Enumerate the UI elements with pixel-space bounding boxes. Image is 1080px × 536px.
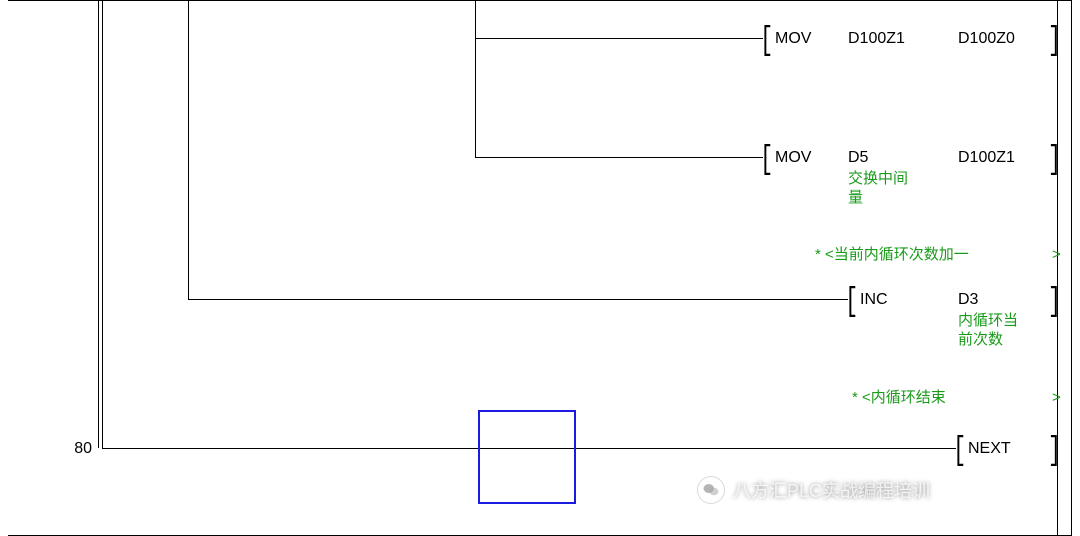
- left-rail-inner: [102, 0, 103, 448]
- rung2-src-comment: 交换中间 量: [848, 170, 938, 208]
- watermark: 八方汇PLC实战编程培训: [697, 476, 930, 504]
- rung4-left-bracket: [: [953, 432, 966, 470]
- rung3-dst[interactable]: D3: [958, 291, 978, 309]
- rung1-wire: [475, 38, 763, 39]
- step-number-80: 80: [60, 440, 92, 458]
- rung2-right-bracket: ]: [1048, 141, 1061, 179]
- watermark-text: 八方汇PLC实战编程培训: [733, 477, 930, 503]
- left-rail-outer: [98, 0, 99, 448]
- wechat-icon: [697, 476, 725, 504]
- rung3-left-bracket: [: [845, 283, 858, 321]
- rung1-src[interactable]: D100Z1: [848, 30, 905, 48]
- rung1-left-bracket: [: [760, 22, 773, 60]
- rung2-left-bracket: [: [760, 141, 773, 179]
- rung2-op[interactable]: MOV: [775, 149, 811, 167]
- edit-cursor[interactable]: [478, 410, 576, 504]
- rung2-wire: [475, 157, 763, 158]
- rung3-right-bracket: ]: [1048, 283, 1061, 321]
- comment-inc-tail: >: [1052, 246, 1061, 265]
- frame-top: [8, 0, 1072, 1]
- rung2-dst[interactable]: D100Z1: [958, 149, 1015, 167]
- frame-right: [1071, 0, 1072, 536]
- rung2-src[interactable]: D5: [848, 149, 868, 167]
- rung4-right-bracket: ]: [1048, 432, 1061, 470]
- ladder-editor-canvas: [ MOV D100Z1 D100Z0 ] [ MOV D5 D100Z1 ] …: [0, 0, 1080, 536]
- rung3-op[interactable]: INC: [860, 291, 888, 309]
- branch-vertical-1: [188, 0, 189, 299]
- comment-next-tail: >: [1052, 389, 1061, 408]
- rung1-dst[interactable]: D100Z0: [958, 30, 1015, 48]
- rung3-wire: [188, 299, 848, 300]
- comment-next: * <内循环结束: [852, 389, 946, 408]
- rung3-dst-comment: 内循环当 前次数: [958, 312, 1048, 350]
- branch-vertical-2: [475, 0, 476, 157]
- comment-inc: * <当前内循环次数加一: [815, 246, 969, 265]
- rung4-op[interactable]: NEXT: [968, 440, 1011, 458]
- rung1-right-bracket: ]: [1048, 22, 1061, 60]
- rung1-op[interactable]: MOV: [775, 30, 811, 48]
